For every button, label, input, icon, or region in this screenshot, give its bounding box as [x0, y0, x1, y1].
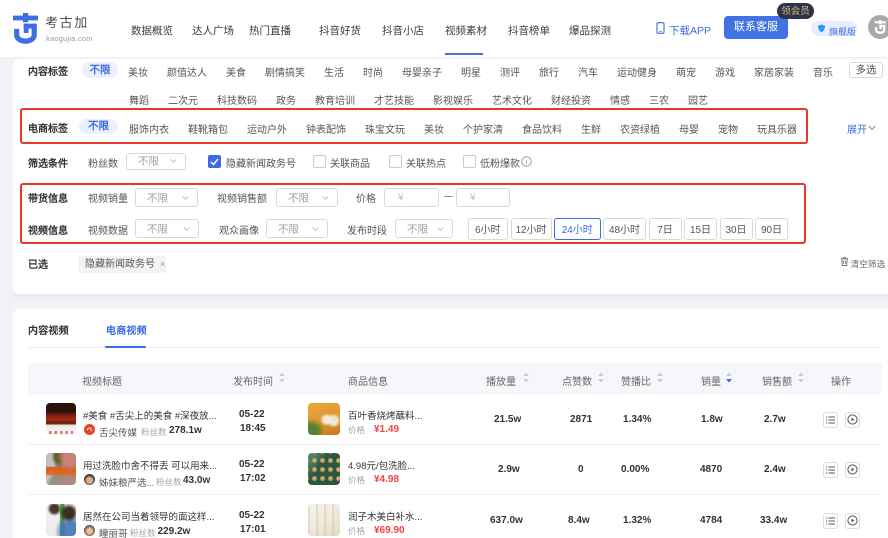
svg-text:i: i: [526, 157, 528, 166]
